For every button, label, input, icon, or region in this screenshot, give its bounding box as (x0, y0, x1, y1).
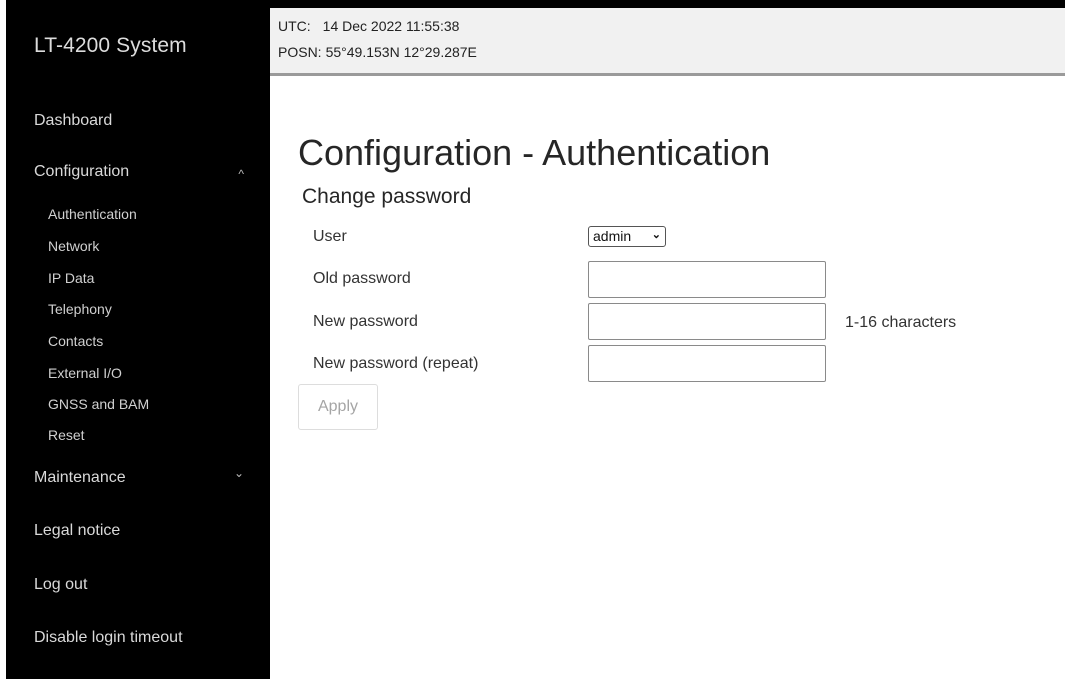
user-label: User (313, 228, 347, 245)
posn-value: 55°49.153N 12°29.287E (325, 44, 477, 60)
sidebar-subitem-label: GNSS and BAM (48, 396, 150, 412)
utc-value: 14 Dec 2022 11:55:38 (322, 18, 460, 34)
new-password-label: New password (313, 313, 418, 330)
sidebar-subitem-label: Contacts (48, 333, 104, 349)
sidebar-subitem-label: Authentication (48, 206, 137, 222)
sidebar-subitem-gnss-and-bam[interactable]: GNSS and BAM (48, 396, 149, 412)
sidebar-subitem-external-io[interactable]: External I/O (48, 365, 122, 381)
sidebar-item-label: Log out (34, 576, 88, 593)
status-bar (270, 0, 1065, 73)
user-select-value: admin (593, 228, 632, 244)
sidebar-subitem-telephony[interactable]: Telephony (48, 301, 112, 317)
user-select[interactable]: admin ⌄ (588, 226, 666, 247)
sidebar-subitem-contacts[interactable]: Contacts (48, 333, 103, 349)
sidebar-subitem-label: IP Data (48, 270, 95, 286)
sidebar-subitem-reset[interactable]: Reset (48, 427, 85, 443)
position-readout: POSN: 55°49.153N 12°29.287E (278, 44, 477, 60)
sidebar-subitem-network[interactable]: Network (48, 238, 99, 254)
sidebar: LT-4200 System Dashboard Configuration ^… (6, 0, 270, 679)
chevron-down-icon: ⌄ (233, 466, 244, 480)
sidebar-subitem-label: External I/O (48, 365, 122, 381)
sidebar-item-label: Dashboard (34, 112, 113, 129)
sidebar-item-dashboard[interactable]: Dashboard (34, 112, 244, 130)
page-title: Configuration - Authentication (298, 132, 771, 173)
old-password-label: Old password (313, 270, 411, 287)
sidebar-item-label: Maintenance (34, 469, 126, 486)
apply-button[interactable]: Apply (298, 384, 378, 430)
utc-label: UTC: (278, 18, 311, 34)
app-title: LT-4200 System (34, 34, 187, 57)
sidebar-subitem-label: Telephony (48, 301, 112, 317)
old-password-field[interactable] (588, 261, 826, 298)
section-title: Change password (302, 185, 472, 208)
sidebar-item-log-out[interactable]: Log out (34, 576, 244, 594)
sidebar-item-configuration[interactable]: Configuration ^ (34, 163, 244, 181)
sidebar-subitem-label: Network (48, 238, 100, 254)
sidebar-item-label: Configuration (34, 163, 130, 180)
repeat-password-label: New password (repeat) (313, 355, 479, 372)
new-password-hint: 1-16 characters (845, 314, 957, 331)
sidebar-item-maintenance[interactable]: Maintenance ⌄ (34, 466, 244, 487)
app-window: LT-4200 System Dashboard Configuration ^… (0, 0, 1065, 679)
status-bar-divider (270, 73, 1065, 76)
chevron-down-icon: ⌄ (651, 229, 661, 241)
posn-label: POSN: (278, 44, 322, 60)
sidebar-item-label: Disable login timeout (34, 629, 183, 646)
sidebar-subitem-label: Reset (48, 427, 85, 443)
utc-readout: UTC: 14 Dec 2022 11:55:38 (278, 18, 459, 34)
new-password-field[interactable] (588, 303, 826, 340)
sidebar-subitem-authentication[interactable]: Authentication (48, 206, 137, 222)
chevron-up-icon: ^ (238, 167, 244, 181)
sidebar-item-label: Legal notice (34, 522, 121, 539)
sidebar-subitem-ip-data[interactable]: IP Data (48, 270, 94, 286)
sidebar-item-disable-login-timeout[interactable]: Disable login timeout (34, 629, 244, 647)
sidebar-item-legal-notice[interactable]: Legal notice (34, 522, 244, 540)
repeat-password-field[interactable] (588, 345, 826, 382)
